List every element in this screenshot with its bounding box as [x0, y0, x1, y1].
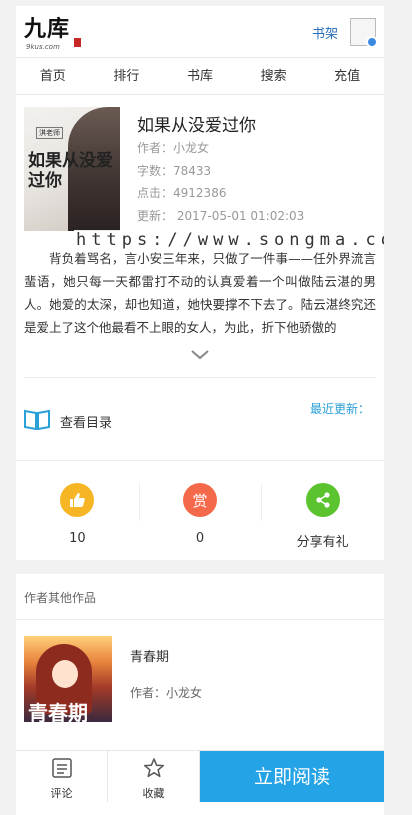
updated-value: 2017-05-01 01:02:03: [176, 209, 305, 223]
book-author-row: 作者：小龙女: [137, 139, 209, 156]
like-action[interactable]: 10: [16, 461, 139, 560]
reward-action[interactable]: 赏 0: [138, 461, 262, 560]
share-action[interactable]: 分享有礼: [261, 461, 384, 560]
other-works-heading: 作者其他作品: [16, 574, 384, 620]
main-nav: 首页 排行 书库 搜索 充值: [16, 58, 384, 95]
user-status-icon: [366, 36, 378, 48]
nav-search[interactable]: 搜索: [237, 58, 311, 94]
favorite-button[interactable]: 收藏: [108, 751, 200, 802]
comment-icon: [51, 758, 72, 778]
nav-home[interactable]: 首页: [16, 58, 90, 94]
section-gap: [16, 560, 384, 574]
author-label: 作者：: [137, 141, 174, 155]
bookshelf-link[interactable]: 书架: [312, 23, 338, 42]
comment-button[interactable]: 评论: [16, 751, 108, 802]
logo-seal-icon: [74, 38, 81, 47]
cover-face: [52, 660, 78, 688]
open-book-icon: [24, 409, 50, 430]
cover-author: 淇老师: [36, 127, 63, 139]
author-value[interactable]: 小龙女: [173, 141, 209, 155]
header: 九库 9kus.com 书架: [16, 6, 384, 58]
latest-update-label[interactable]: 最近更新：: [310, 400, 370, 417]
book-clicks-row: 点击：4912386: [137, 184, 226, 201]
work-author: 作者：小龙女: [130, 686, 203, 700]
book-synopsis: 背负着骂名，言小安三年来，只做了一件事——任外界流言蜚语，她只每一天都雷打不动的…: [24, 251, 376, 335]
action-row: 10 赏 0 分享有礼: [16, 460, 384, 560]
reward-count: 0: [195, 531, 205, 546]
chevron-down-icon: [191, 350, 209, 360]
other-work-item[interactable]: 青春期 青春期 作者：小龙女: [16, 620, 384, 722]
clicks-label: 点击：: [137, 186, 174, 200]
nav-ranking[interactable]: 排行: [90, 58, 164, 94]
read-now-button[interactable]: 立即阅读: [200, 751, 384, 802]
thumbs-up-icon: [60, 483, 95, 517]
book-updated-row: 更新： 2017-05-01 01:02:03: [137, 207, 304, 224]
nav-library[interactable]: 书库: [163, 58, 237, 94]
site-logo[interactable]: 九库 9kus.com: [24, 16, 84, 52]
catalog-label[interactable]: 查看目录: [60, 412, 112, 431]
star-icon: [143, 758, 164, 778]
page: 九库 9kus.com 书架 首页 排行 书库 搜索 充值 淇老师 如果从没爱过…: [16, 6, 384, 815]
like-count: 10: [69, 531, 86, 546]
share-label: 分享有礼: [296, 535, 349, 550]
work-cover-title: 青春期: [28, 701, 88, 722]
work-cover[interactable]: 青春期: [24, 636, 112, 722]
favorite-label: 收藏: [142, 787, 165, 800]
watermark-url: https://www.songma.co: [74, 230, 384, 250]
cover-title: 如果从没爱过你: [28, 151, 113, 191]
expand-synopsis-button[interactable]: [16, 339, 384, 377]
words-value: 78433: [173, 164, 212, 178]
nav-recharge[interactable]: 充值: [310, 58, 384, 94]
comment-label: 评论: [50, 787, 73, 800]
words-label: 字数：: [137, 164, 174, 178]
updated-label: 更新：: [137, 209, 174, 223]
clicks-value: 4912386: [173, 186, 227, 200]
share-icon: [305, 483, 340, 517]
user-avatar[interactable]: [350, 18, 378, 48]
book-info: 淇老师 如果从没爱过你 如果从没爱过你 作者：小龙女 字数：78433 点击：4…: [16, 95, 384, 245]
bottom-action-bar: 评论 收藏 立即阅读: [16, 750, 384, 802]
work-title[interactable]: 青春期: [130, 646, 169, 665]
book-words-row: 字数：78433: [137, 162, 211, 179]
book-cover[interactable]: 淇老师 如果从没爱过你: [24, 107, 120, 231]
reward-icon: 赏: [183, 483, 217, 517]
logo-subtext: 9kus.com: [26, 43, 60, 51]
catalog-row[interactable]: 查看目录 最近更新：: [16, 378, 384, 460]
book-title: 如果从没爱过你: [137, 116, 256, 136]
